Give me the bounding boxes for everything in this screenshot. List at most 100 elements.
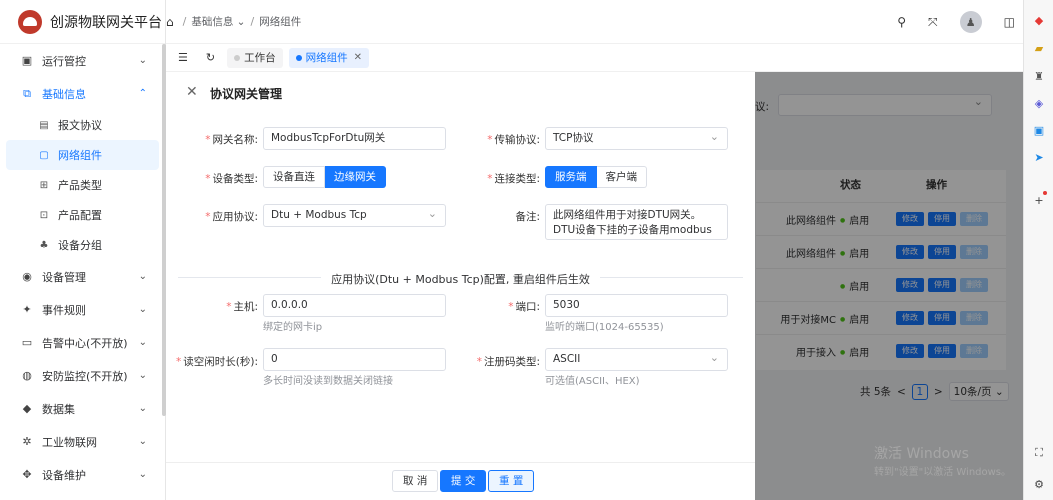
chevron-down-icon: ⌄: [138, 55, 147, 66]
sidebar-item-run-control[interactable]: ▣ 运行管控 ⌄: [0, 44, 165, 77]
network-icon: ▢: [39, 149, 49, 161]
search-icon[interactable]: ⚲: [897, 15, 906, 29]
menu-fold-icon[interactable]: ☰: [178, 51, 188, 64]
tab-dot: [295, 54, 302, 61]
tab-label: 网络组件: [305, 52, 348, 64]
watermark-title: 激活 Windows: [874, 446, 969, 462]
windows-watermark: 激活 Windows 转到"设置"以激活 Windows。: [874, 443, 1011, 478]
device-type-label: * 设备类型:: [205, 173, 258, 185]
sidebar-item-maintain[interactable]: ✥ 设备维护 ⌄: [0, 458, 165, 491]
idle-timeout-input[interactable]: 0: [263, 348, 446, 371]
sidebar-item-label: 工业物联网: [42, 435, 97, 449]
register-code-hint: 可选值(ASCII、HEX): [545, 376, 640, 387]
app-protocol-label: * 应用协议:: [205, 211, 258, 223]
group-icon: ♣: [39, 239, 49, 251]
host-label: * 主机:: [226, 301, 258, 313]
host-input[interactable]: 0.0.0.0: [263, 294, 446, 317]
close-icon[interactable]: ✕: [354, 52, 362, 63]
copilot-icon[interactable]: ◈: [1032, 97, 1046, 111]
sidebar-item-label: 安防监控(不开放): [42, 369, 128, 383]
section-title: 应用协议(Dtu + Modbus Tcp)配置, 重启组件后生效: [166, 271, 755, 287]
sidebar-item-label: 运行管控: [42, 54, 86, 68]
fullscreen-icon[interactable]: ⤧: [928, 15, 938, 30]
send-icon[interactable]: ➤: [1032, 151, 1046, 165]
person-icon[interactable]: ♜: [1032, 70, 1046, 84]
screenshot-icon[interactable]: ⛶: [1032, 446, 1046, 460]
sidebar-item-label: 数据集: [42, 402, 75, 416]
rule-icon: ✦: [22, 303, 32, 316]
tag-icon[interactable]: ◆: [1032, 14, 1046, 28]
base-icon: ⧉: [23, 86, 31, 100]
top-header: ⌂ / 基础信息 ⌄ / 网络组件 ⚲ ⤧ ♟ ◫: [166, 0, 1023, 44]
sidebar-item-label: 网络组件: [58, 149, 102, 162]
doc-icon: ▤: [39, 119, 49, 131]
sidebar-subitem-network[interactable]: ▢ 网络组件: [6, 140, 159, 170]
sidebar-subitem-device-group[interactable]: ♣ 设备分组: [0, 230, 165, 260]
sidebar-subitem-product-config[interactable]: ⊡ 产品配置: [0, 200, 165, 230]
maintain-icon: ✥: [22, 468, 32, 481]
sidebar-subitem-product-type[interactable]: ⊞ 产品类型: [0, 170, 165, 200]
sidebar-item-label: 设备维护: [42, 468, 86, 482]
idle-timeout-hint: 多长时间没读到数据关闭链接: [263, 376, 393, 387]
grid-icon: ⊞: [39, 179, 49, 191]
reset-button[interactable]: 重 置: [488, 470, 535, 492]
sidebar-item-alarm[interactable]: ▭ 告警中心(不开放) ⌄: [0, 326, 165, 359]
device-type-direct-button[interactable]: 设备直连: [263, 166, 325, 188]
sidebar-subitem-protocol[interactable]: ▤ 报文协议: [0, 110, 165, 140]
tab-label: 工作台: [244, 52, 276, 64]
browser-side-panel: ◆ ▰ ♜ ◈ ▣ ➤ + ⛶ ⚙: [1023, 0, 1053, 500]
sidebar-item-base-info[interactable]: ⧉ 基础信息 ⌃: [0, 77, 165, 110]
refresh-icon[interactable]: ↻: [206, 51, 215, 64]
home-icon[interactable]: ⌂: [166, 15, 174, 29]
sidebar-item-label: 告警中心(不开放): [42, 336, 128, 350]
top-actions: ⚲ ⤧ ♟ ◫: [897, 0, 1015, 44]
sidebar-item-label: 报文协议: [58, 119, 102, 132]
bag-icon[interactable]: ▰: [1032, 42, 1046, 56]
add-icon[interactable]: +: [1032, 194, 1046, 208]
sidebar-item-label: 设备分组: [58, 239, 102, 252]
app-logo[interactable]: 创源物联网关平台: [0, 0, 165, 44]
outlook-icon[interactable]: ▣: [1032, 124, 1046, 138]
chevron-down-icon: ⌄: [138, 271, 147, 282]
avatar[interactable]: ♟: [959, 11, 982, 33]
connect-type-client-button[interactable]: 客户端: [596, 166, 647, 188]
watermark-subtitle: 转到"设置"以激活 Windows。: [874, 467, 1012, 478]
alarm-icon: ▭: [21, 336, 33, 349]
sidebar-item-iiot[interactable]: ✲ 工业物联网 ⌄: [0, 425, 165, 458]
port-hint: 监听的端口(1024-65535): [545, 322, 664, 333]
iot-icon: ✲: [22, 435, 32, 448]
dataset-icon: ◆: [22, 402, 32, 415]
port-input[interactable]: 5030: [545, 294, 728, 317]
sidebar-item-device-manage[interactable]: ◉ 设备管理 ⌄: [0, 260, 165, 293]
tab-workbench[interactable]: 工作台: [227, 47, 283, 68]
gear-icon[interactable]: ⚙: [1032, 478, 1046, 492]
gateway-name-input[interactable]: ModbusTcpForDtu网关: [263, 127, 446, 150]
tab-network[interactable]: 网络组件 ✕: [288, 47, 369, 68]
transport-protocol-label: * 传输协议:: [487, 134, 540, 146]
cancel-button[interactable]: 取 消: [392, 470, 439, 492]
submit-button[interactable]: 提 交: [440, 470, 487, 492]
register-code-select[interactable]: ASCII: [545, 348, 728, 371]
device-type-edge-button[interactable]: 边缘网关: [325, 166, 386, 188]
chevron-down-icon: ⌄: [138, 304, 147, 315]
sidebar-item-security[interactable]: ◍ 安防监控(不开放) ⌄: [0, 359, 165, 392]
layout-icon[interactable]: ◫: [1004, 15, 1015, 29]
port-label: * 端口:: [508, 301, 540, 313]
breadcrumb-base-info[interactable]: 基础信息 ⌄: [191, 14, 245, 29]
close-icon[interactable]: ✕: [186, 84, 198, 100]
transport-protocol-select[interactable]: TCP协议: [545, 127, 728, 150]
gateway-name-label: * 网关名称:: [205, 134, 258, 146]
remark-textarea[interactable]: 此网络组件用于对接DTU网关。DTU设备下挂的子设备用modbus tcp协议通…: [545, 204, 728, 240]
chevron-down-icon: ⌄: [138, 436, 147, 447]
device-type-toggle: 设备直连 边缘网关: [263, 166, 386, 188]
sidebar-item-label: 产品配置: [58, 209, 102, 222]
config-icon: ⊡: [39, 209, 49, 221]
sidebar-item-event-rule[interactable]: ✦ 事件规则 ⌄: [0, 293, 165, 326]
sidebar-item-dataset[interactable]: ◆ 数据集 ⌄: [0, 392, 165, 425]
device-icon: ◉: [22, 270, 32, 283]
monitor-icon: ▣: [21, 54, 33, 67]
security-icon: ◍: [22, 369, 32, 382]
app-protocol-select[interactable]: Dtu + Modbus Tcp: [263, 204, 446, 227]
connect-type-server-button[interactable]: 服务端: [545, 166, 597, 188]
idle-timeout-label: * 读空闲时长(秒):: [176, 356, 258, 368]
